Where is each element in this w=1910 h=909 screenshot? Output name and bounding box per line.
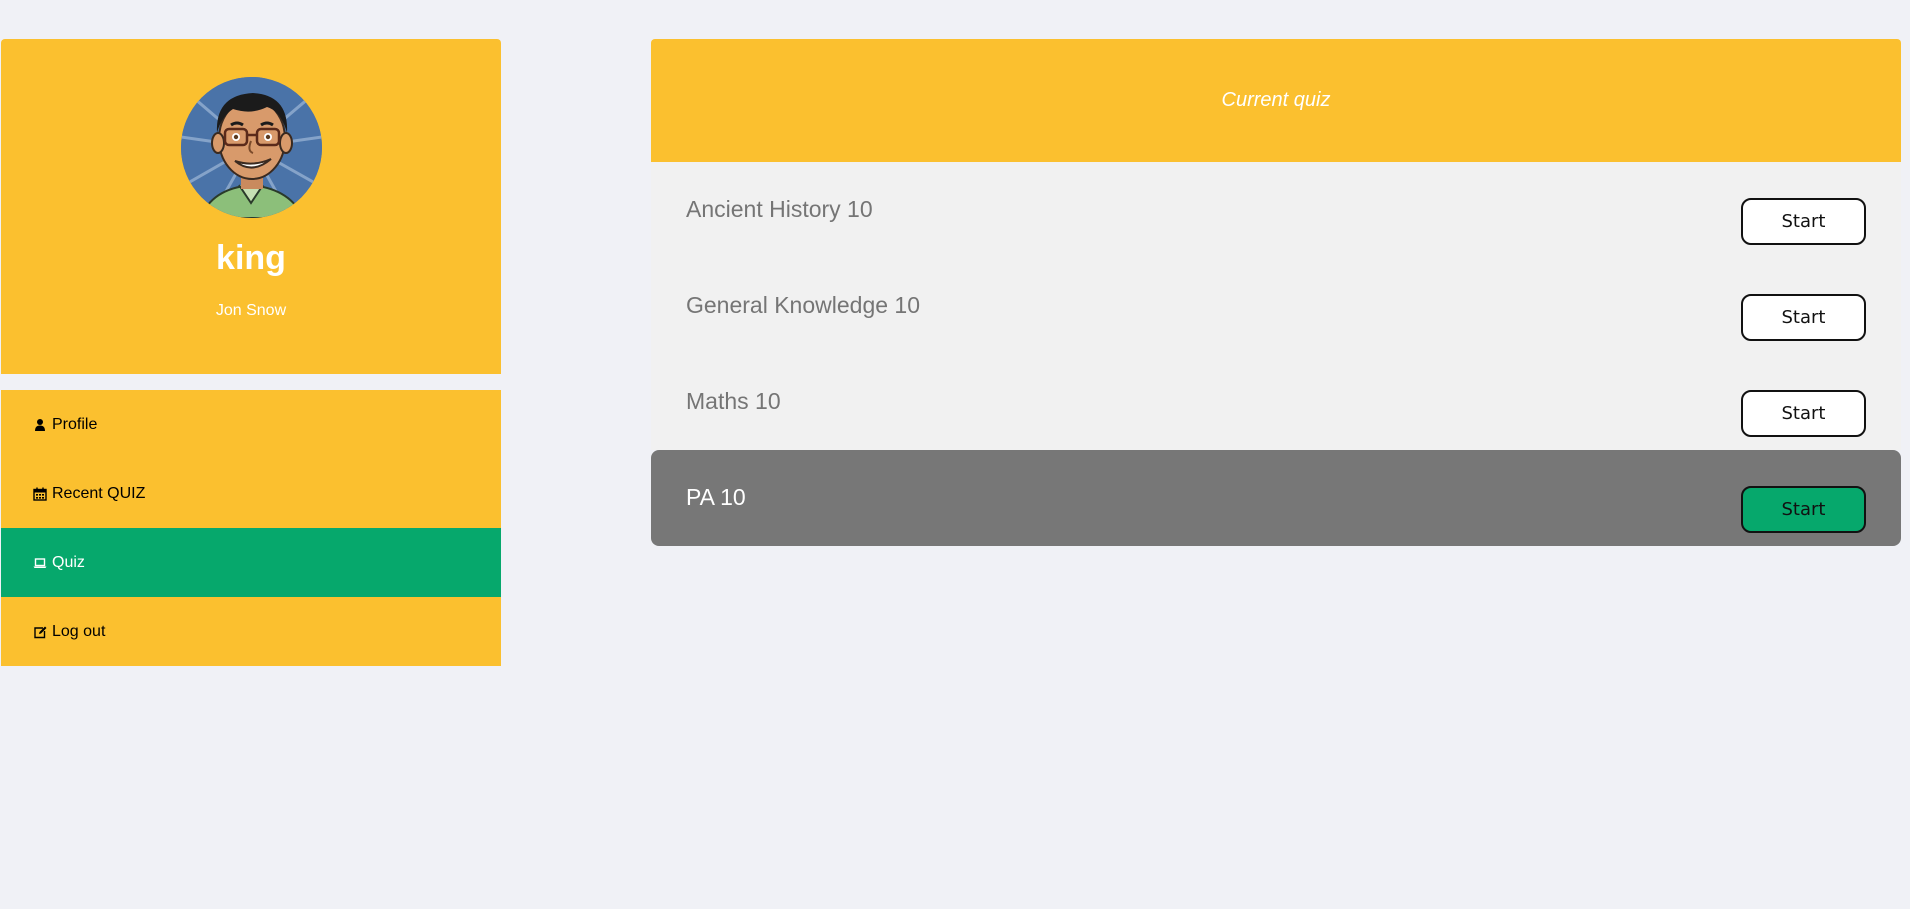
quiz-name: General Knowledge 10 [686,292,920,318]
sidebar-item-profile[interactable]: Profile [1,390,501,459]
sidebar-item-log-out[interactable]: Log out [1,597,501,666]
laptop-icon [33,556,47,570]
start-button[interactable]: Start [1741,294,1866,341]
profile-fullname: Jon Snow [215,302,287,319]
sidebar-menu: Profile Recent QUIZ Quiz Log out [1,390,501,666]
sidebar-item-label: Quiz [52,553,85,571]
quiz-row: Ancient History 10 Start [651,162,1901,258]
sidebar-item-label: Profile [52,415,98,433]
calendar-icon [33,487,47,501]
quiz-row: General Knowledge 10 Start [651,258,1901,354]
quiz-row-highlighted: PA 10 Start [651,450,1901,546]
quiz-name: Ancient History 10 [686,196,873,222]
quiz-name: PA 10 [686,484,746,510]
quiz-name: Maths 10 [686,388,781,414]
start-button[interactable]: Start [1741,390,1866,437]
quiz-panel: Current quiz Ancient History 10 Start Ge… [651,39,1901,546]
start-button[interactable]: Start [1741,198,1866,245]
profile-username: king [216,239,286,277]
sidebar-item-recent-quiz[interactable]: Recent QUIZ [1,459,501,528]
sidebar-item-quiz[interactable]: Quiz [1,528,501,597]
start-button[interactable]: Start [1741,486,1866,533]
user-icon [33,418,47,432]
quiz-row: Maths 10 Start [651,354,1901,450]
avatar [181,77,322,218]
sidebar-item-label: Recent QUIZ [52,484,146,502]
quiz-header: Current quiz [651,39,1901,162]
sidebar-item-label: Log out [52,622,106,640]
edit-icon [33,625,47,639]
profile-card: king Jon Snow [1,39,501,374]
